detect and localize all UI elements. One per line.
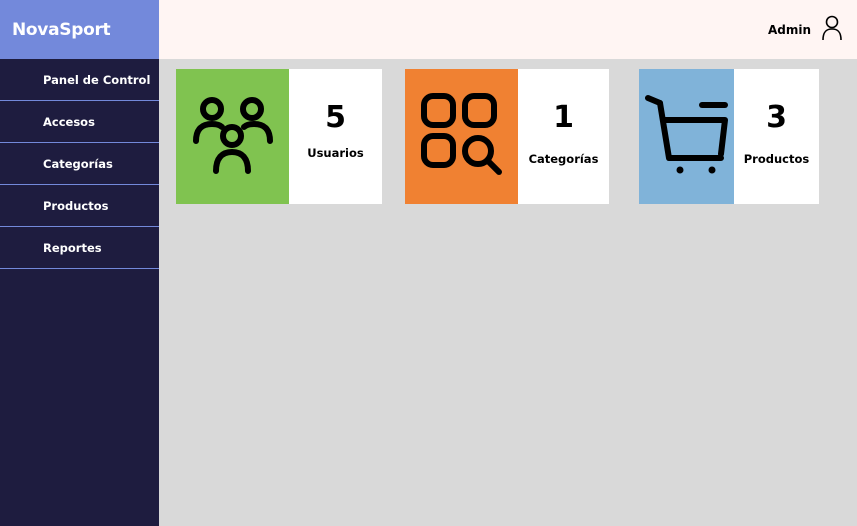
stat-card-productos[interactable]: 3 Productos — [639, 69, 819, 204]
sidebar: NovaSport Panel de Control Accesos Categ… — [0, 0, 159, 526]
sidebar-item-productos[interactable]: Productos — [0, 185, 159, 227]
top-bar: Admin — [159, 0, 857, 59]
card-icon-box — [176, 69, 289, 204]
stat-card-categorias[interactable]: 1 Categorías — [405, 69, 609, 204]
sidebar-nav: Panel de Control Accesos Categorías Prod… — [0, 59, 159, 269]
brand-logo[interactable]: NovaSport — [0, 0, 159, 59]
card-body: 3 Productos — [734, 69, 819, 204]
users-icon — [192, 95, 273, 179]
user-name: Admin — [767, 23, 811, 37]
card-body: 1 Categorías — [518, 69, 609, 204]
stat-card-usuarios[interactable]: 5 Usuarios — [176, 69, 382, 204]
sidebar-item-panel-de-control[interactable]: Panel de Control — [0, 59, 159, 101]
card-body: 5 Usuarios — [289, 69, 382, 204]
user-menu[interactable]: Admin — [768, 15, 843, 45]
user-icon[interactable] — [821, 15, 843, 45]
card-count: 3 — [766, 100, 787, 135]
cart-icon — [644, 94, 729, 180]
card-label: Productos — [743, 152, 810, 166]
sidebar-item-reportes[interactable]: Reportes — [0, 227, 159, 269]
card-label: Categorías — [528, 152, 599, 166]
card-icon-box — [405, 69, 518, 204]
category-search-icon — [420, 92, 504, 181]
card-count: 1 — [553, 100, 574, 135]
sidebar-item-accesos[interactable]: Accesos — [0, 101, 159, 143]
card-count: 5 — [325, 100, 346, 135]
sidebar-item-categorias[interactable]: Categorías — [0, 143, 159, 185]
card-icon-box — [639, 69, 734, 204]
card-label: Usuarios — [307, 146, 364, 160]
